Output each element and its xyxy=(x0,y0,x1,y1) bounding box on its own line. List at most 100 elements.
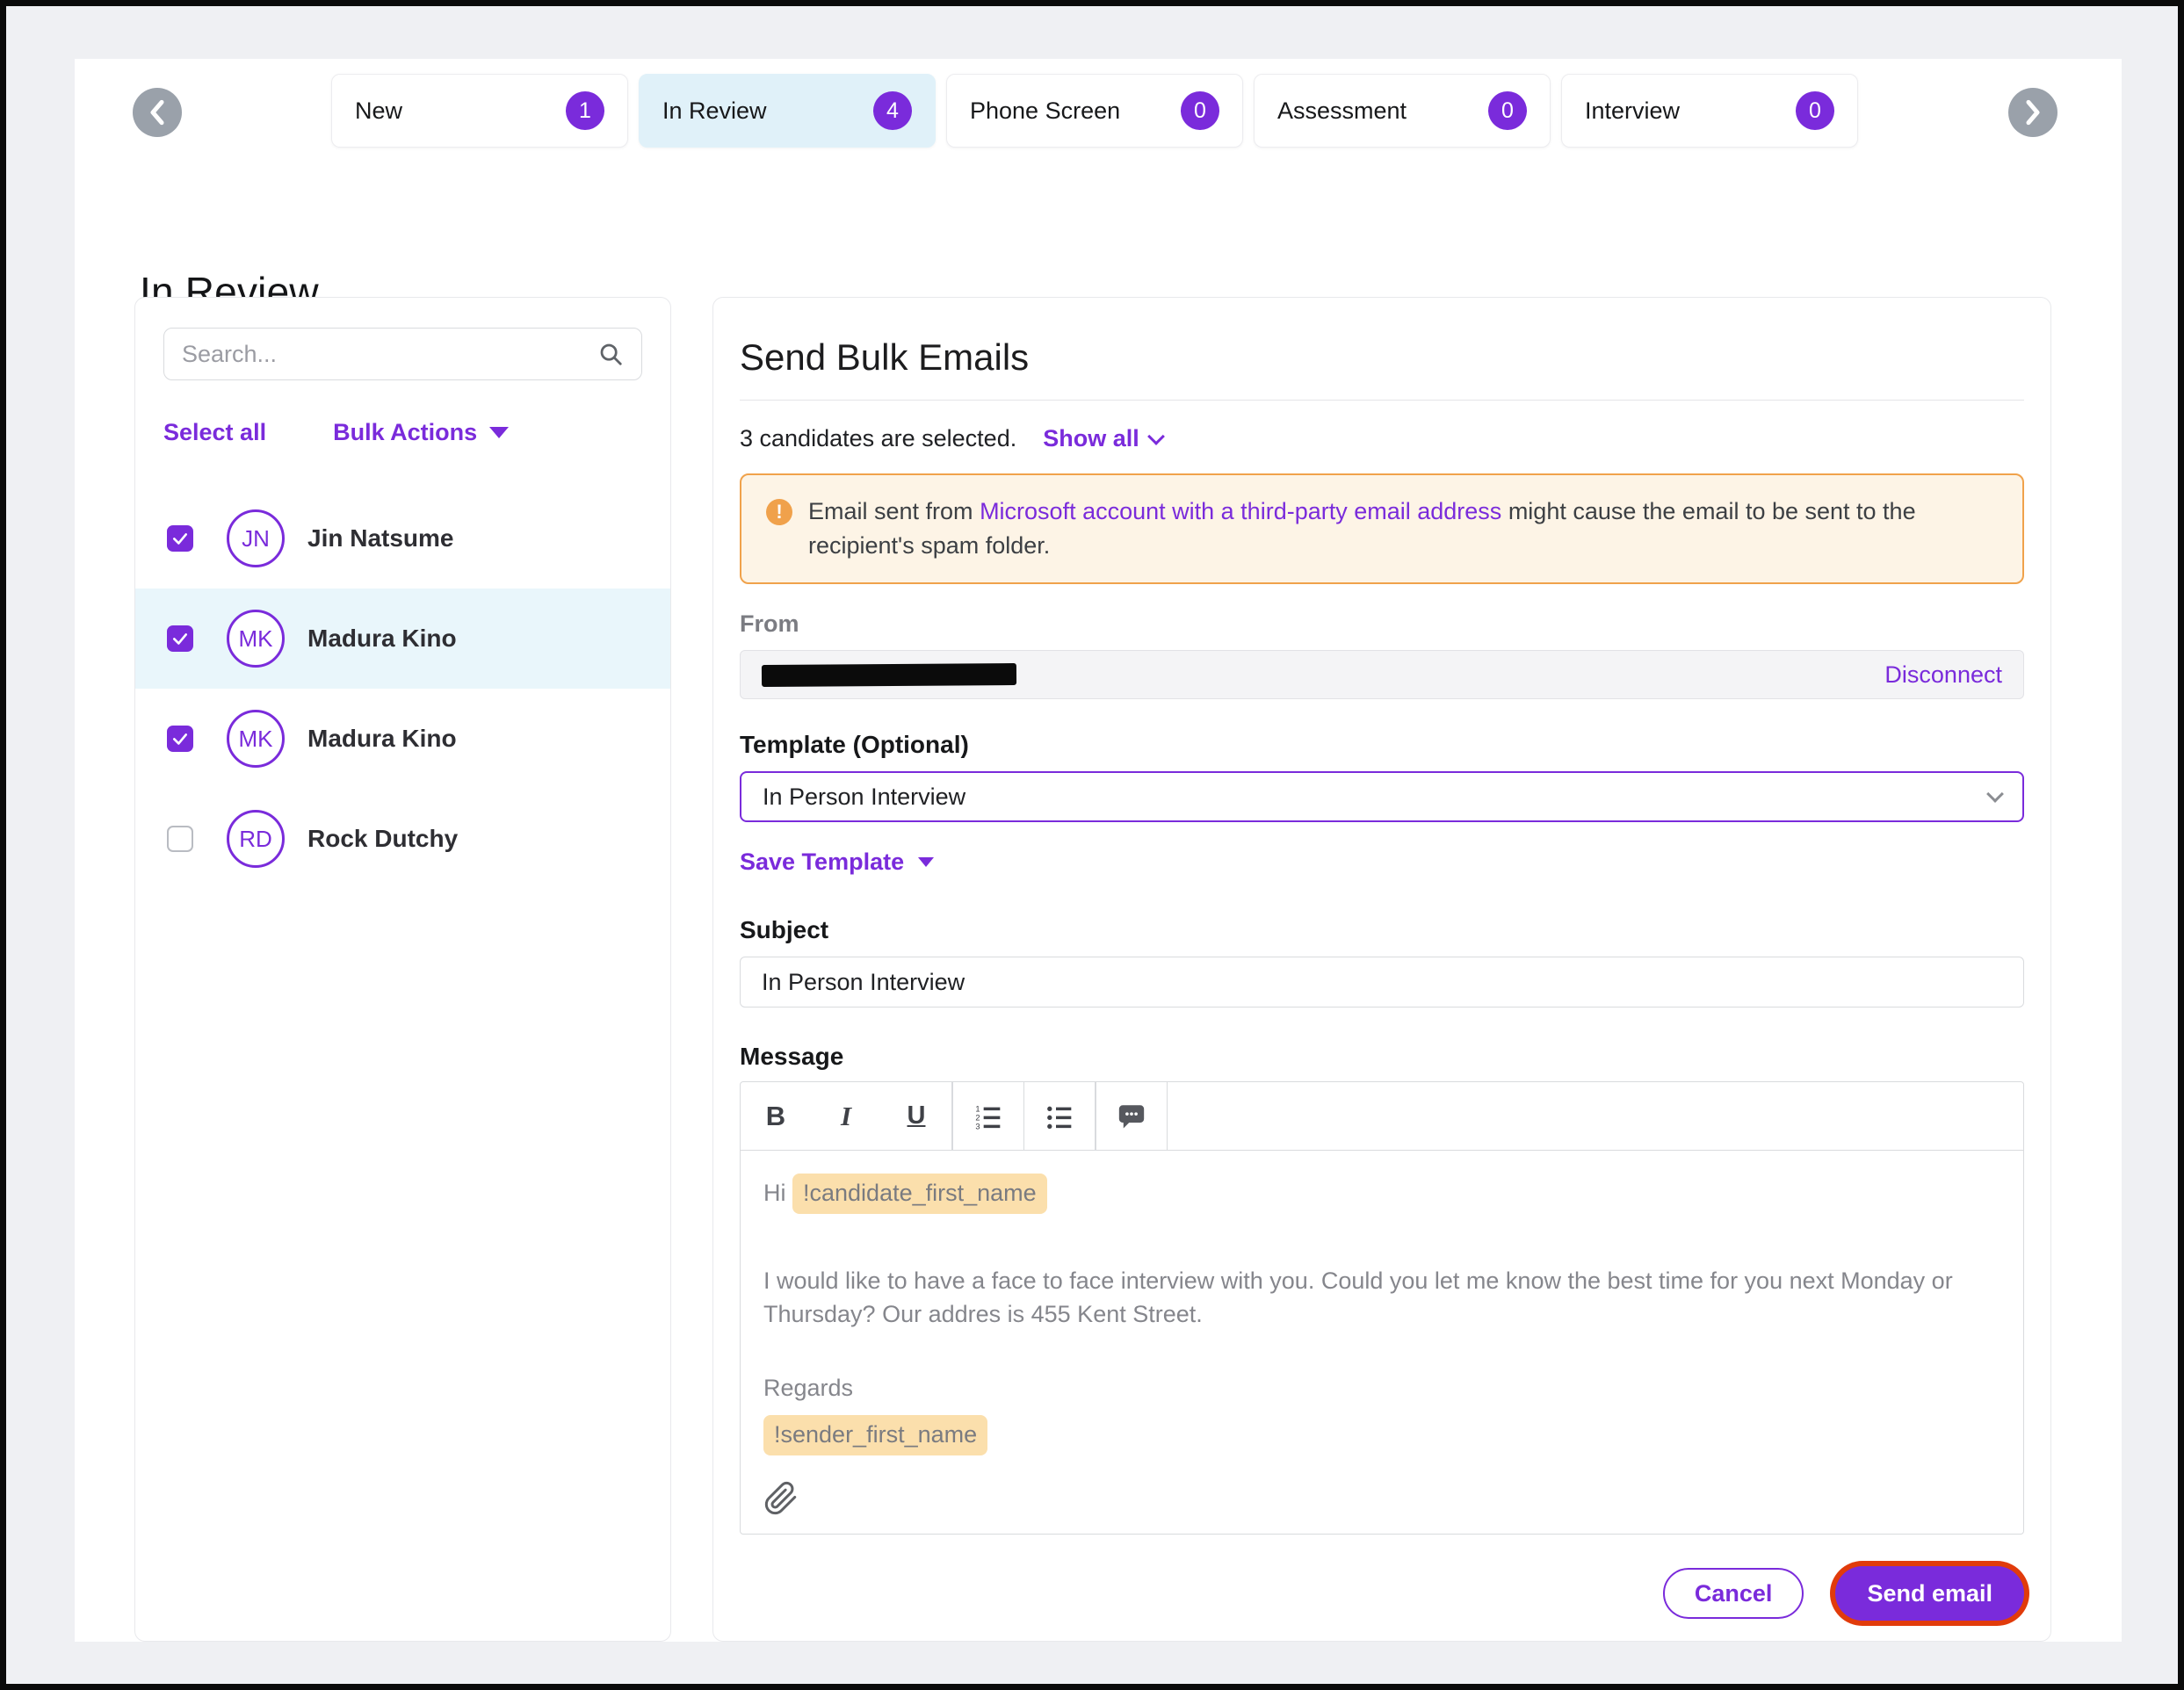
save-template-dropdown[interactable]: Save Template xyxy=(740,849,2024,876)
attachment-paperclip-icon[interactable] xyxy=(763,1481,799,1516)
editor-toolbar: B I U 123 xyxy=(741,1082,2023,1151)
candidate-name: Madura Kino xyxy=(307,725,457,753)
warning-text: Email sent from Microsoft account with a… xyxy=(808,495,1950,563)
greeting-prefix: Hi xyxy=(763,1180,792,1206)
template-select[interactable]: In Person Interview xyxy=(740,771,2024,822)
check-icon xyxy=(171,730,189,748)
chevron-down-icon xyxy=(1986,785,2004,803)
candidate-list: JN Jin Natsume MK Madura Kino MK Madura Kino R… xyxy=(135,488,670,889)
disconnect-link[interactable]: Disconnect xyxy=(1884,661,2002,689)
ordered-list-icon[interactable]: 123 xyxy=(953,1082,1023,1150)
avatar: MK xyxy=(227,610,285,668)
tab-label: Interview xyxy=(1585,98,1680,125)
send-bulk-emails-panel: Send Bulk Emails 3 candidates are select… xyxy=(712,297,2051,1642)
avatar: JN xyxy=(227,509,285,567)
svg-text:3: 3 xyxy=(975,1122,980,1130)
select-all-link[interactable]: Select all xyxy=(163,419,266,446)
candidate-row[interactable]: MK Madura Kino xyxy=(135,589,670,689)
spam-warning-banner: ! Email sent from Microsoft account with… xyxy=(740,473,2024,584)
tab-count-badge: 0 xyxy=(1181,91,1219,130)
greeting-line: Hi !candidate_first_name xyxy=(763,1174,2000,1214)
bulk-actions-dropdown[interactable]: Bulk Actions xyxy=(333,419,509,446)
candidate-row[interactable]: MK Madura Kino xyxy=(135,689,670,789)
candidate-checkbox[interactable] xyxy=(167,525,193,552)
selection-summary-row: 3 candidates are selected. Show all xyxy=(740,425,2024,452)
redacted-email xyxy=(762,663,1016,687)
tab-label: New xyxy=(355,98,402,125)
triangle-down-icon xyxy=(489,427,509,438)
pipeline-tab-in-review[interactable]: In Review 4 xyxy=(639,74,936,148)
pipeline-tab-new[interactable]: New 1 xyxy=(331,74,628,148)
underline-icon[interactable]: U xyxy=(881,1082,951,1150)
avatar: MK xyxy=(227,710,285,768)
svg-text:2: 2 xyxy=(975,1113,980,1122)
chevron-right-icon xyxy=(2023,99,2043,126)
tab-count-badge: 4 xyxy=(873,91,912,130)
tab-label: Assessment xyxy=(1277,98,1407,125)
sender-first-name-token: !sender_first_name xyxy=(763,1415,987,1455)
italic-icon[interactable]: I xyxy=(811,1082,881,1150)
chevron-left-icon xyxy=(148,99,167,126)
tab-label: Phone Screen xyxy=(970,98,1120,125)
candidate-name: Rock Dutchy xyxy=(307,825,458,853)
selection-count-text: 3 candidates are selected. xyxy=(740,425,1016,452)
tab-count-badge: 0 xyxy=(1488,91,1527,130)
from-label: From xyxy=(740,610,2024,638)
from-field: Disconnect xyxy=(740,650,2024,699)
avatar: RD xyxy=(227,810,285,868)
bullet-list-icon[interactable] xyxy=(1024,1082,1095,1150)
pipeline-tab-assessment[interactable]: Assessment 0 xyxy=(1254,74,1551,148)
pipeline-tab-interview[interactable]: Interview 0 xyxy=(1561,74,1858,148)
check-icon xyxy=(171,530,189,547)
candidate-checkbox[interactable] xyxy=(167,826,193,852)
comment-bubble-icon[interactable] xyxy=(1096,1082,1167,1150)
tab-count-badge: 1 xyxy=(566,91,604,130)
warning-text-pre: Email sent from xyxy=(808,498,980,524)
candidate-name: Jin Natsume xyxy=(307,524,454,552)
cancel-button[interactable]: Cancel xyxy=(1663,1568,1804,1619)
list-actions: Select all Bulk Actions xyxy=(163,419,642,446)
blank-line xyxy=(763,1332,2000,1372)
search-input[interactable]: Search... xyxy=(163,328,642,380)
svg-text:1: 1 xyxy=(975,1104,980,1113)
sender-line: !sender_first_name xyxy=(763,1415,2000,1455)
candidate-checkbox[interactable] xyxy=(167,625,193,652)
toolbar-divider xyxy=(1167,1082,1168,1150)
show-all-label: Show all xyxy=(1043,425,1139,452)
divider xyxy=(740,400,2024,401)
candidate-list-header: Search... Select all Bulk Actions xyxy=(135,298,670,446)
panel-title: Send Bulk Emails xyxy=(740,336,2024,379)
action-buttons-row: Cancel Send email xyxy=(740,1566,2024,1621)
message-editor: B I U 123 xyxy=(740,1081,2024,1535)
tab-label: In Review xyxy=(662,98,767,125)
blank-line xyxy=(763,1214,2000,1265)
closing-line: Regards xyxy=(763,1372,2000,1405)
candidate-first-name-token: !candidate_first_name xyxy=(792,1174,1047,1214)
message-paragraph: I would like to have a face to face inte… xyxy=(763,1265,1976,1332)
bold-icon[interactable]: B xyxy=(741,1082,811,1150)
message-label: Message xyxy=(740,1043,2024,1071)
pipeline-tab-phone-screen[interactable]: Phone Screen 0 xyxy=(946,74,1243,148)
candidate-row[interactable]: RD Rock Dutchy xyxy=(135,789,670,889)
warning-link[interactable]: Microsoft account with a third-party ema… xyxy=(980,498,1501,524)
search-icon xyxy=(597,341,624,367)
triangle-down-icon xyxy=(918,857,934,867)
pipeline-next-button[interactable] xyxy=(2008,88,2057,137)
template-label: Template (Optional) xyxy=(740,731,2024,759)
pipeline-tabs: New1In Review4Phone Screen0Assessment0In… xyxy=(331,74,1858,148)
subject-input[interactable] xyxy=(740,957,2024,1008)
show-all-link[interactable]: Show all xyxy=(1043,425,1162,452)
subject-label: Subject xyxy=(740,916,2024,944)
candidate-checkbox[interactable] xyxy=(167,726,193,752)
candidate-row[interactable]: JN Jin Natsume xyxy=(135,488,670,589)
candidate-list-panel: Search... Select all Bulk Actions JN Jin … xyxy=(134,297,671,1642)
candidate-name: Madura Kino xyxy=(307,625,457,653)
message-body[interactable]: Hi !candidate_first_name I would like to… xyxy=(741,1151,2023,1534)
save-template-label: Save Template xyxy=(740,849,904,876)
tab-count-badge: 0 xyxy=(1796,91,1834,130)
send-email-button[interactable]: Send email xyxy=(1835,1566,2024,1621)
chevron-down-icon xyxy=(1147,428,1165,445)
pipeline-prev-button[interactable] xyxy=(133,88,182,137)
warning-icon: ! xyxy=(766,499,792,525)
template-selected-value: In Person Interview xyxy=(763,784,965,811)
